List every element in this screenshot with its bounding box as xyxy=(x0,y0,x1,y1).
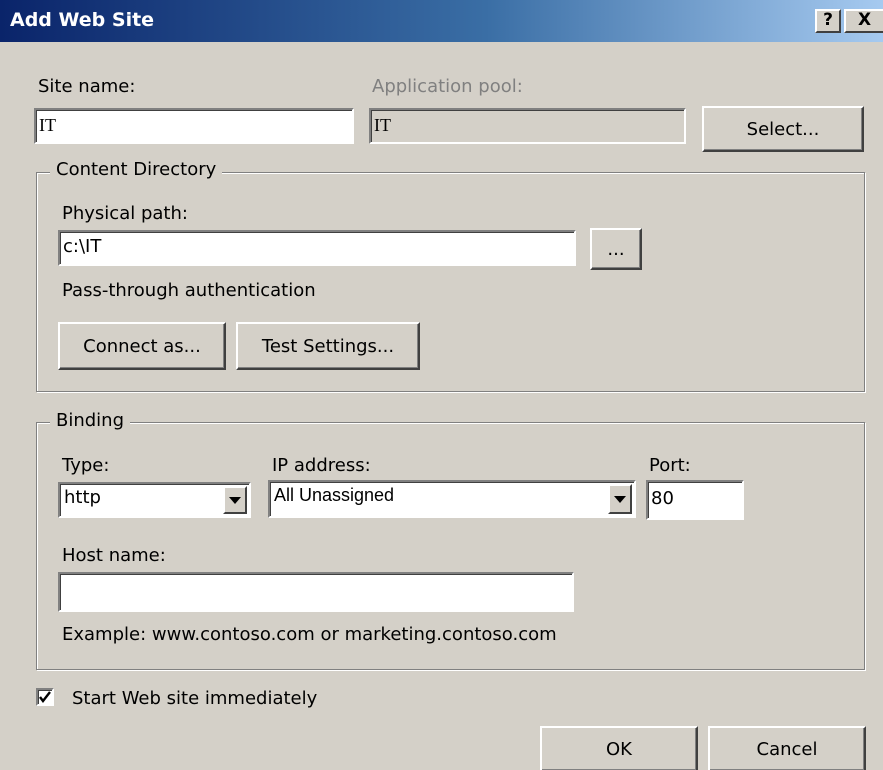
site-name-input[interactable]: IT xyxy=(34,108,354,144)
port-label: Port: xyxy=(649,455,691,476)
chevron-down-icon xyxy=(229,496,241,504)
close-button[interactable]: X xyxy=(844,9,883,33)
close-icon: X xyxy=(857,10,872,30)
browse-path-button[interactable]: ... xyxy=(590,228,642,270)
title-bar[interactable]: Add Web Site ? X xyxy=(0,0,883,42)
port-input[interactable]: 80 xyxy=(646,480,744,520)
type-select-value: http xyxy=(64,487,101,508)
test-settings-label: Test Settings... xyxy=(261,335,395,357)
site-name-label: Site name: xyxy=(38,76,136,97)
app-pool-label: Application pool: xyxy=(372,76,523,97)
ip-dropdown-button[interactable] xyxy=(608,484,632,514)
content-directory-group-title: Content Directory xyxy=(50,159,223,180)
type-select[interactable]: http xyxy=(58,482,251,518)
add-web-site-dialog: Add Web Site ? X Site name: IT Applicati… xyxy=(0,0,883,770)
browse-button-label: ... xyxy=(607,238,625,260)
dialog-title: Add Web Site xyxy=(10,9,155,31)
select-button-label: Select... xyxy=(746,118,820,140)
app-pool-field: IT xyxy=(369,108,686,144)
connect-as-button[interactable]: Connect as... xyxy=(58,322,226,370)
cancel-button[interactable]: Cancel xyxy=(708,726,866,770)
ip-address-value: All Unassigned xyxy=(274,485,395,505)
physical-path-label: Physical path: xyxy=(62,203,188,224)
cancel-button-label: Cancel xyxy=(756,738,818,760)
type-label: Type: xyxy=(62,455,110,476)
connect-as-label: Connect as... xyxy=(83,335,201,357)
start-immediately-label: Start Web site immediately xyxy=(72,688,318,709)
ok-button-label: OK xyxy=(606,738,632,760)
type-dropdown-button[interactable] xyxy=(223,486,247,514)
chevron-down-icon xyxy=(614,495,626,503)
checkmark-icon xyxy=(39,691,51,703)
help-button[interactable]: ? xyxy=(815,9,841,33)
physical-path-input[interactable]: c:\IT xyxy=(58,230,576,266)
host-name-input[interactable] xyxy=(58,572,574,612)
ok-button[interactable]: OK xyxy=(540,726,698,770)
binding-group-title: Binding xyxy=(50,410,131,431)
host-name-label: Host name: xyxy=(62,545,166,566)
ip-address-label: IP address: xyxy=(272,455,371,476)
start-immediately-checkbox[interactable] xyxy=(36,688,54,706)
select-app-pool-button[interactable]: Select... xyxy=(702,106,864,152)
help-icon: ? xyxy=(823,10,833,30)
test-settings-button[interactable]: Test Settings... xyxy=(236,322,420,370)
host-name-example: Example: www.contoso.com or marketing.co… xyxy=(62,624,557,645)
pass-through-auth-label: Pass-through authentication xyxy=(62,280,316,301)
ip-address-select[interactable]: All Unassigned xyxy=(268,480,636,518)
